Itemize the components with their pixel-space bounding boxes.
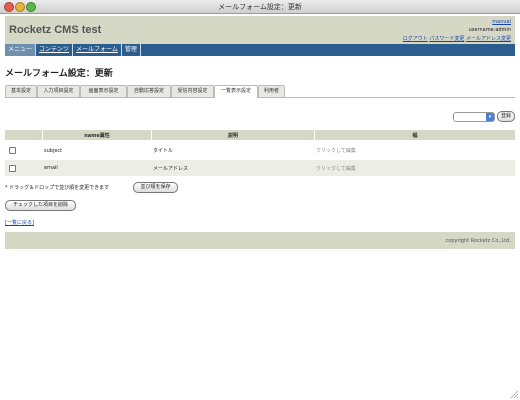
tab-received[interactable]: 受信内容設定 [171, 85, 214, 97]
register-button[interactable]: 登録 [497, 111, 515, 122]
row-description: タイトル [153, 148, 174, 154]
nav-menu[interactable]: メニュー [5, 44, 37, 56]
footer: copyright Rocketz Co.,Ltd. [5, 232, 515, 249]
table-header: name属性 説明 幅 [5, 130, 515, 140]
nav-contents[interactable]: コンテンツ [36, 44, 74, 56]
window-titlebar: メールフォーム設定：更新 [0, 0, 520, 14]
resize-grip-icon[interactable] [510, 390, 518, 398]
tab-basic[interactable]: 基本設定 [5, 85, 37, 97]
nav-mailform[interactable]: メールフォーム [73, 44, 122, 56]
row-name: subject [44, 147, 63, 154]
manual-link[interactable]: manual [492, 19, 511, 25]
username-label: username:admin [468, 27, 511, 33]
col-name: name属性 [43, 130, 151, 140]
window-title: メールフォーム設定：更新 [218, 3, 302, 11]
account-links: ログアウト パスワード変更 メールアドレス変更 [403, 35, 511, 42]
field-select[interactable]: ▾ [453, 112, 495, 122]
site-header: Rocketz CMS test manual username:admin ロ… [5, 16, 515, 44]
main-nav: メニュー コンテンツ メールフォーム 管理 [5, 44, 515, 56]
tab-auto-reply[interactable]: 自動応答設定 [127, 85, 171, 97]
change-password-link[interactable]: パスワード変更 [429, 36, 464, 42]
nav-admin[interactable]: 管理 [122, 44, 141, 56]
tab-display[interactable]: 画面表示設定 [80, 85, 127, 97]
logout-link[interactable]: ログアウト [403, 36, 428, 42]
chevron-down-icon: ▾ [486, 113, 494, 121]
back-to-list-link[interactable]: [一覧に戻る] [5, 219, 34, 226]
row-description: メールアドレス [153, 165, 189, 172]
col-width: 幅 [315, 130, 515, 140]
page-title: メールフォーム設定：更新 [5, 69, 113, 79]
change-email-link[interactable]: メールアドレス変更 [466, 36, 511, 42]
table-row[interactable]: email メールアドレス クリックして編集 [5, 160, 515, 176]
row-name: email [44, 165, 58, 171]
drag-hint: * ドラッグ＆ドロップで並び順を変更できます [5, 185, 110, 191]
row-checkbox[interactable] [9, 164, 16, 172]
site-name: Rocketz CMS test [9, 24, 102, 36]
row-width-edit[interactable]: クリックして編集 [316, 160, 356, 176]
tab-input-fields[interactable]: 入力項目設定 [37, 85, 80, 97]
tab-list-display[interactable]: 一覧表示設定 [214, 85, 258, 98]
col-description: 説明 [152, 130, 314, 140]
row-width-edit[interactable]: クリックして編集 [316, 142, 356, 159]
row-checkbox[interactable] [9, 147, 16, 154]
settings-tabs: 基本設定 入力項目設定 画面表示設定 自動応答設定 受信内容設定 一覧表示設定 … [5, 85, 515, 98]
copyright: copyright Rocketz Co.,Ltd. [445, 238, 511, 244]
delete-checked-button[interactable]: チェックした項目を削除 [5, 200, 76, 211]
tab-users[interactable]: 利用者 [258, 85, 285, 97]
table-row[interactable]: subject タイトル クリックして編集 [5, 142, 515, 159]
save-order-button[interactable]: 並び順を保存 [133, 182, 178, 193]
